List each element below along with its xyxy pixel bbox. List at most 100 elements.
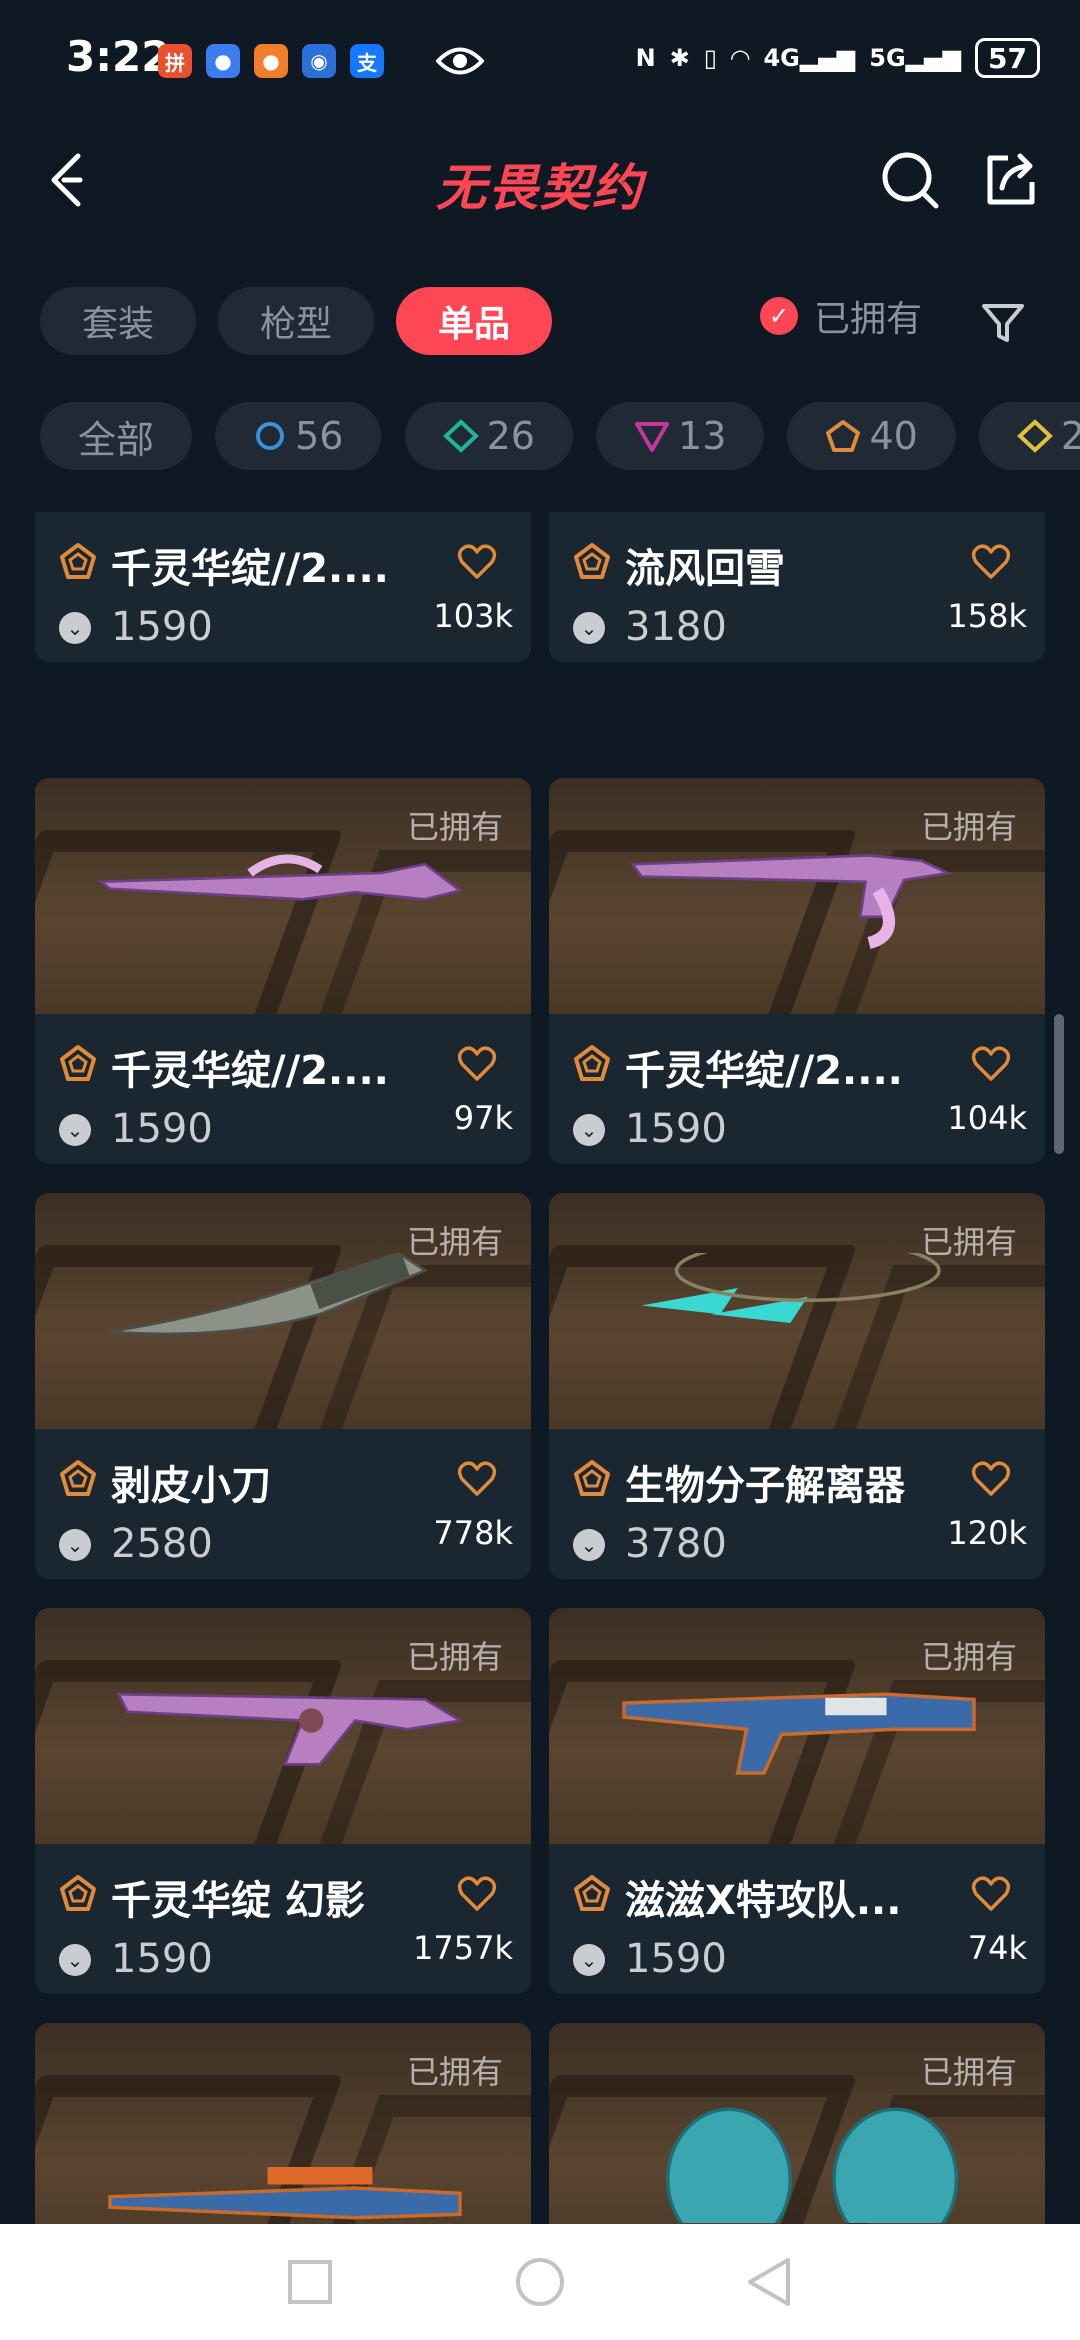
recents-icon[interactable] [282, 2254, 338, 2310]
item-card[interactable]: 已拥有⌄ [35, 2023, 531, 2224]
select-tier-icon [256, 422, 285, 450]
item-info: 流风回雪 ⌄ 3180 158k [549, 512, 1045, 662]
like-count: 97k [453, 1099, 513, 1137]
heart-icon[interactable] [971, 1874, 1011, 1914]
tier-chip-label: 2 [1060, 414, 1080, 458]
deluxe-tier-icon [442, 419, 479, 453]
item-price: 1590 [111, 604, 213, 650]
exclusive-tier-icon [60, 1460, 96, 1496]
item-preview-image: 已拥有 [549, 778, 1045, 1014]
ultra-tier-icon [1016, 419, 1053, 453]
tier-filter-chips: 全部 56 26 13 40 2 [40, 402, 1080, 470]
item-card[interactable]: 已拥有 生物分子解离器 ⌄ 3780 120k [549, 1193, 1045, 1579]
weapon-skin-image [666, 2107, 959, 2223]
owned-tag: 已拥有 [406, 2053, 503, 2091]
weapon-skin-image [622, 1692, 976, 1775]
vibrate-icon: ▯ [703, 44, 717, 72]
exclusive-tier-icon [60, 1045, 96, 1081]
tier-chip-deluxe[interactable]: 26 [404, 402, 573, 470]
exclusive-tier-icon [826, 420, 861, 452]
owned-tag: 已拥有 [920, 1638, 1017, 1676]
back-nav-icon[interactable] [742, 2254, 798, 2310]
battery-icon: 57 [975, 38, 1040, 78]
item-card[interactable]: 已拥有 滋滋X特攻队... ⌄ 1590 74k [549, 1608, 1045, 1994]
item-price: 1590 [111, 1936, 213, 1982]
tier-chip-label: 26 [486, 414, 535, 458]
item-name: 生物分子解离器 [625, 1463, 905, 1509]
weapon-skin-image [630, 854, 953, 949]
app-notification-icon: 拼 [158, 44, 192, 78]
heart-icon[interactable] [971, 1044, 1011, 1084]
exclusive-tier-icon [574, 543, 610, 579]
item-card[interactable]: 已拥有 千灵华绽//2.... ⌄ 1590 104k [549, 778, 1045, 1164]
heart-icon[interactable] [971, 1459, 1011, 1499]
checkmark-icon: ✓ [760, 297, 798, 335]
eye-icon [436, 47, 484, 75]
search-icon[interactable] [878, 148, 942, 212]
home-icon[interactable] [512, 2254, 568, 2310]
item-name: 千灵华绽//2.... [111, 1048, 389, 1094]
heart-icon[interactable] [457, 542, 497, 582]
valorant-points-icon: ⌄ [59, 1944, 91, 1976]
item-card[interactable]: 流风回雪 ⌄ 3180 158k [549, 512, 1045, 662]
item-card[interactable]: 已拥有⌄ [549, 2023, 1045, 2224]
tier-chip-select[interactable]: 56 [215, 402, 382, 470]
owned-filter-label: 已拥有 [814, 299, 923, 340]
like-count: 778k [433, 1514, 513, 1552]
item-card[interactable]: 已拥有 千灵华绽 幻影 ⌄ 1590 1757k [35, 1608, 531, 1994]
tab-bundles[interactable]: 套装 [40, 287, 197, 355]
weapon-skin-image [116, 1692, 464, 1766]
item-info: 滋滋X特攻队... ⌄ 1590 74k [549, 1844, 1045, 1994]
item-info: 剥皮小刀 ⌄ 2580 778k [35, 1429, 531, 1579]
like-count: 74k [967, 1929, 1027, 1967]
app-header: 无畏契约 [0, 120, 1080, 240]
valorant-points-icon: ⌄ [573, 1944, 605, 1976]
item-preview-image: 已拥有 [35, 1193, 531, 1429]
heart-icon[interactable] [457, 1874, 497, 1914]
wifi-icon: ◠ [731, 44, 750, 72]
item-card[interactable]: 千灵华绽//2.... ⌄ 1590 103k [35, 512, 531, 662]
category-tabs: 套装 枪型 单品 [40, 287, 553, 355]
valorant-points-icon: ⌄ [573, 612, 605, 644]
owned-tag: 已拥有 [920, 2053, 1017, 2091]
filter-icon[interactable] [980, 300, 1026, 346]
tab-weapon-type[interactable]: 枪型 [218, 287, 375, 355]
tier-chip-premium[interactable]: 13 [596, 402, 765, 470]
share-icon[interactable] [978, 148, 1042, 212]
system-nav-bar [0, 2224, 1080, 2340]
heart-icon[interactable] [971, 542, 1011, 582]
signal-4g-icon: 4G▂▄▆ [763, 44, 856, 72]
scrollbar[interactable] [1054, 1014, 1064, 1154]
heart-icon[interactable] [457, 1459, 497, 1499]
tier-chip-label: 40 [869, 414, 918, 458]
weapon-skin-image [108, 2167, 462, 2220]
status-icons: N ✱ ▯ ◠ 4G▂▄▆ 5G▂▄▆ 57 [636, 38, 1040, 78]
valorant-points-icon: ⌄ [59, 612, 91, 644]
item-card[interactable]: 已拥有 剥皮小刀 ⌄ 2580 778k [35, 1193, 531, 1579]
item-name: 滋滋X特攻队... [625, 1878, 902, 1924]
status-time: 3:22 [66, 32, 171, 81]
exclusive-tier-icon [574, 1045, 610, 1081]
alipay-icon: 支 [350, 44, 384, 78]
owned-filter-toggle[interactable]: ✓ 已拥有 [760, 290, 922, 342]
item-name: 千灵华绽//2.... [625, 1048, 903, 1094]
premium-tier-icon [635, 422, 670, 452]
item-preview-image: 已拥有 [549, 1608, 1045, 1844]
tier-chip-ultra[interactable]: 2 [978, 402, 1080, 470]
weapon-skin-image [97, 854, 463, 901]
exclusive-tier-icon [574, 1460, 610, 1496]
heart-icon[interactable] [457, 1044, 497, 1084]
tier-chip-all[interactable]: 全部 [40, 402, 193, 470]
item-card[interactable]: 已拥有 千灵华绽//2.... ⌄ 1590 97k [35, 778, 531, 1164]
like-count: 1757k [413, 1929, 513, 1967]
weapon-skin-image [109, 1253, 428, 1336]
exclusive-tier-icon [60, 1875, 96, 1911]
tier-chip-exclusive[interactable]: 40 [787, 402, 956, 470]
item-preview-image: 已拥有 [549, 1193, 1045, 1429]
item-name: 千灵华绽 幻影 [111, 1878, 365, 1924]
status-bar: 3:22 拼 ● ● ◉ 支 N ✱ ▯ ◠ 4G▂▄▆ 5G▂▄▆ 57 [0, 0, 1080, 120]
owned-tag: 已拥有 [920, 808, 1017, 846]
tab-single-items[interactable]: 单品 [396, 287, 553, 355]
like-count: 120k [947, 1514, 1027, 1552]
item-price: 1590 [111, 1106, 213, 1152]
